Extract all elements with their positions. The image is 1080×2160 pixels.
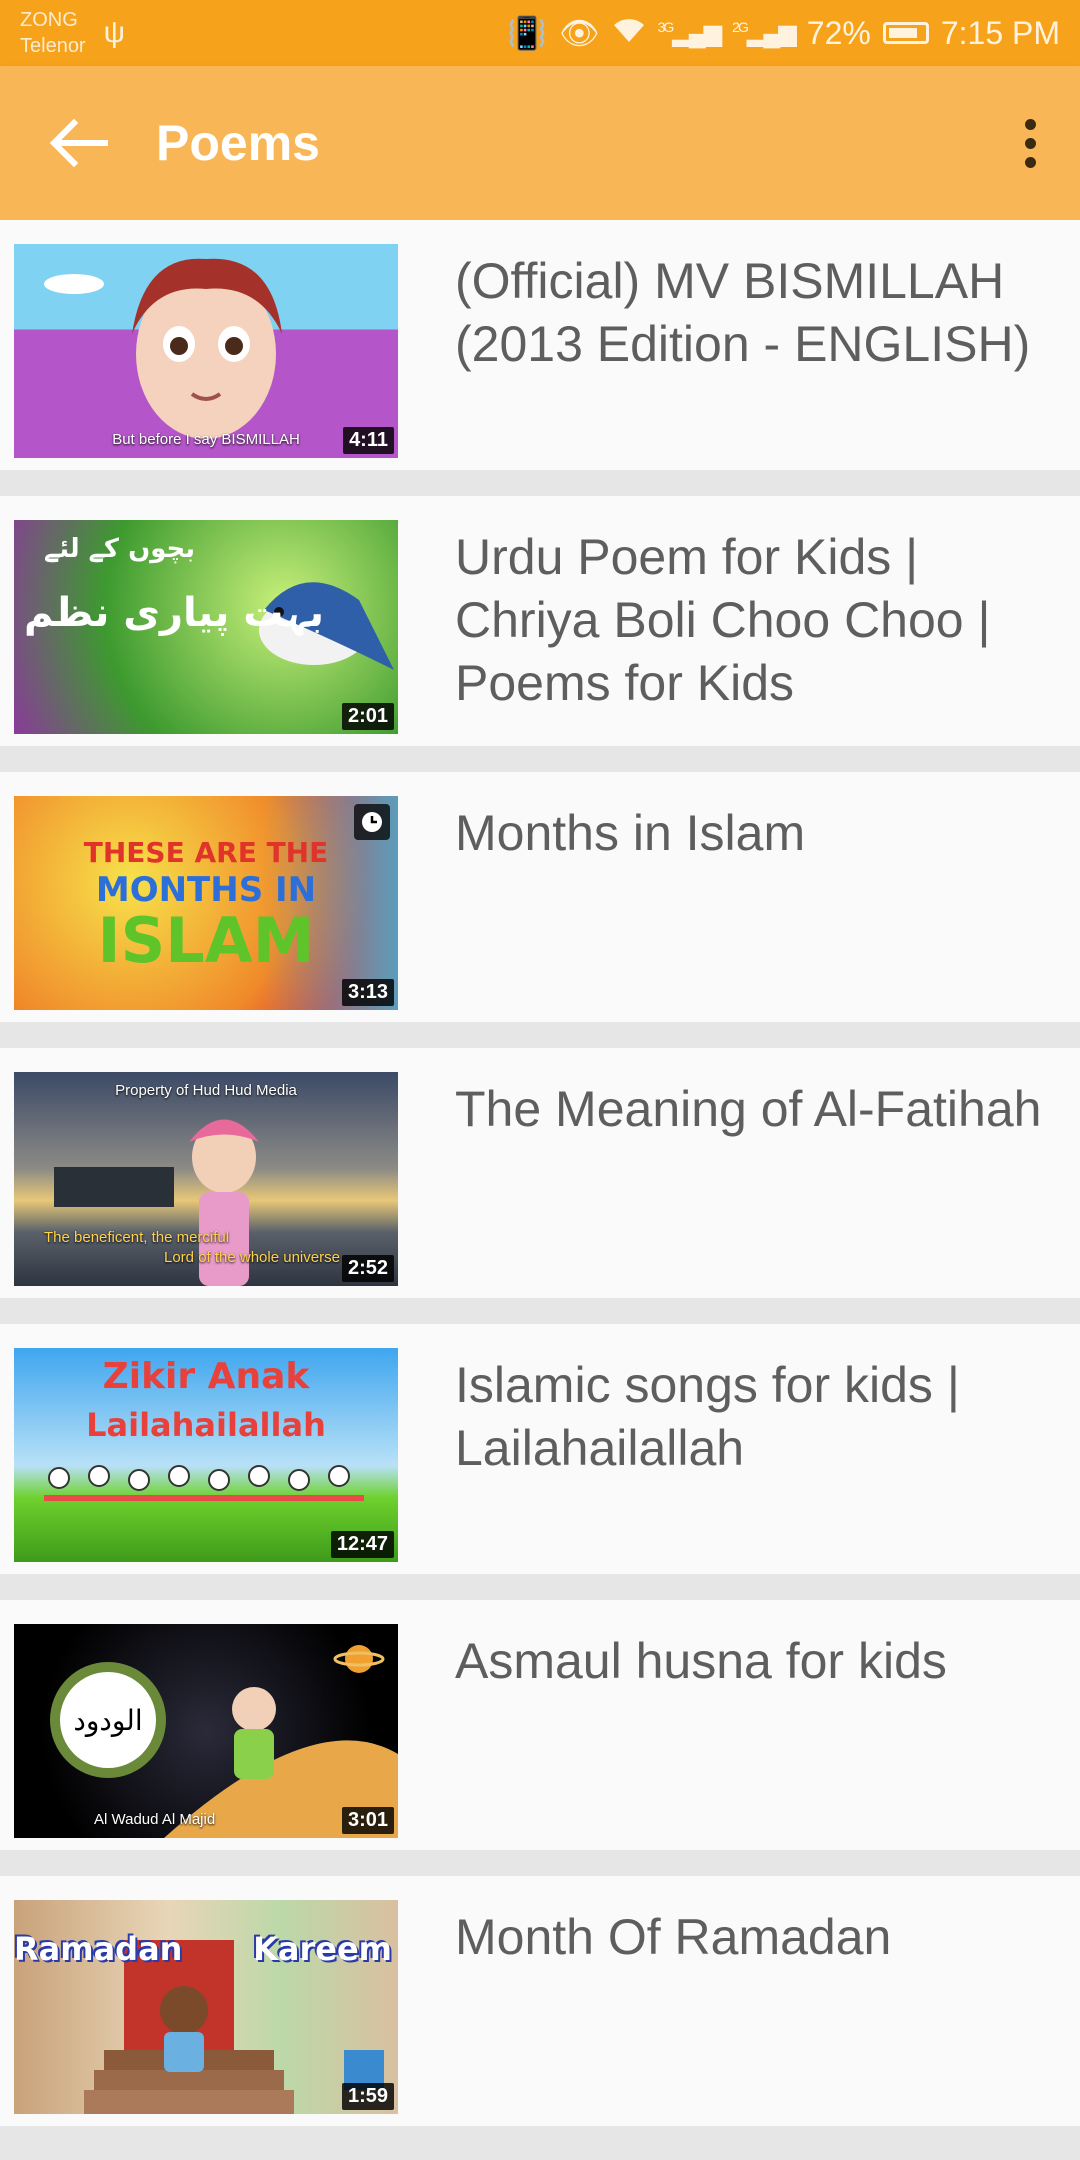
- video-duration: 1:59: [341, 2083, 394, 2110]
- asma-emblem: الودود: [50, 1662, 166, 1778]
- thumbnail-line2: Lailahailallah: [86, 1406, 326, 1444]
- video-title[interactable]: Urdu Poem for Kids | Chriya Boli Choo Ch…: [455, 526, 1066, 715]
- video-thumbnail[interactable]: Property of Hud Hud Media The beneficent…: [14, 1072, 398, 1286]
- thumbnail-line1: THESE ARE THE: [83, 836, 329, 869]
- network-2g-label: 2G: [732, 18, 749, 35]
- video-list-item[interactable]: Ramadan Kareem 1:59 Month Of Ramadan: [0, 1876, 1080, 2126]
- carrier-info: ZONG Telenor: [20, 7, 86, 59]
- thumbnail-top-caption: Property of Hud Hud Media: [115, 1082, 297, 1099]
- more-vert-icon: [1024, 118, 1036, 130]
- clock: 7:15 PM: [940, 14, 1060, 51]
- thumbnail-line3: ISLAM: [97, 904, 315, 977]
- thumbnail-caption: Al Wadud Al Majid: [94, 1811, 216, 1828]
- emblem-text: الودود: [60, 1672, 156, 1768]
- carrier-primary: ZONG: [20, 9, 78, 31]
- watch-later-icon[interactable]: [354, 804, 390, 840]
- video-title[interactable]: Islamic songs for kids | Lailahailallah: [455, 1354, 1066, 1480]
- wifi-icon: [612, 15, 646, 52]
- back-button[interactable]: [38, 103, 118, 183]
- status-icons: 📳 👁 3G▂▄▆ 2G▂▄▆ 72% 7:15 PM: [507, 14, 1060, 52]
- video-list-item[interactable]: الودود Al Wadud Al Majid 3:01 Asmaul hus…: [0, 1600, 1080, 1850]
- status-bar: ZONG Telenor ψ 📳 👁 3G▂▄▆ 2G▂▄▆ 72% 7:15 …: [0, 0, 1080, 66]
- video-list-item[interactable]: But before I say BISMILLAH 4:11 (Officia…: [0, 220, 1080, 470]
- video-title[interactable]: (Official) MV BISMILLAH (2013 Edition - …: [455, 250, 1066, 376]
- video-title[interactable]: The Meaning of Al-Fatihah: [455, 1078, 1066, 1141]
- video-thumbnail[interactable]: THESE ARE THE MONTHS IN ISLAM 3:13: [14, 796, 398, 1010]
- thumbnail-word1: Ramadan: [14, 1930, 183, 1968]
- thumbnail-caption-main: بہت پیاری نظم: [24, 590, 325, 636]
- video-thumbnail[interactable]: بچوں کے لئے بہت پیاری نظم 2:01: [14, 520, 398, 734]
- video-list-item[interactable]: Property of Hud Hud Media The beneficent…: [0, 1048, 1080, 1298]
- eye-comfort-icon: 👁: [558, 15, 600, 51]
- more-options-button[interactable]: [1020, 113, 1040, 173]
- signal-2g-icon: 2G▂▄▆: [732, 18, 797, 47]
- video-list-item[interactable]: Zikir Anak Lailahailallah 12:47 Islamic …: [0, 1324, 1080, 1574]
- vibrate-icon: 📳: [507, 15, 547, 51]
- arrow-left-icon: [49, 118, 108, 168]
- carrier-secondary: Telenor: [20, 35, 86, 57]
- video-title[interactable]: Months in Islam: [455, 802, 1066, 865]
- video-title[interactable]: Month Of Ramadan: [455, 1906, 1066, 1969]
- video-duration: 3:01: [341, 1807, 394, 1834]
- video-duration: 3:13: [341, 979, 394, 1006]
- video-duration: 12:47: [330, 1531, 394, 1558]
- signal-3g-icon: 3G▂▄▆: [657, 18, 723, 47]
- video-duration: 4:11: [343, 427, 394, 454]
- thumbnail-word2: Kareem: [253, 1930, 392, 1968]
- thumbnail-caption-line1: The beneficent, the merciful: [44, 1229, 230, 1246]
- network-3g-label: 3G: [657, 18, 675, 35]
- video-thumbnail[interactable]: Zikir Anak Lailahailallah 12:47: [14, 1348, 398, 1562]
- video-list-item[interactable]: بچوں کے لئے بہت پیاری نظم 2:01 Urdu Poem…: [0, 496, 1080, 746]
- thumbnail-line1: Zikir Anak: [102, 1356, 310, 1397]
- video-duration: 2:01: [341, 703, 394, 730]
- video-thumbnail[interactable]: But before I say BISMILLAH 4:11: [14, 244, 398, 458]
- thumbnail-caption-top: بچوں کے لئے: [44, 534, 196, 564]
- page-title: Poems: [156, 115, 320, 171]
- video-thumbnail[interactable]: Ramadan Kareem 1:59: [14, 1900, 398, 2114]
- video-list: But before I say BISMILLAH 4:11 (Officia…: [0, 220, 1080, 2152]
- app-bar: Poems: [0, 66, 1080, 220]
- video-thumbnail[interactable]: الودود Al Wadud Al Majid 3:01: [14, 1624, 398, 1838]
- battery-icon: [882, 22, 929, 44]
- usb-icon: ψ: [103, 16, 125, 49]
- video-list-item[interactable]: THESE ARE THE MONTHS IN ISLAM 3:13 Month…: [0, 772, 1080, 1022]
- battery-percent: 72%: [806, 14, 871, 51]
- video-duration: 2:52: [341, 1255, 394, 1282]
- video-title[interactable]: Asmaul husna for kids: [455, 1630, 1066, 1693]
- thumbnail-caption: But before I say BISMILLAH: [112, 431, 300, 448]
